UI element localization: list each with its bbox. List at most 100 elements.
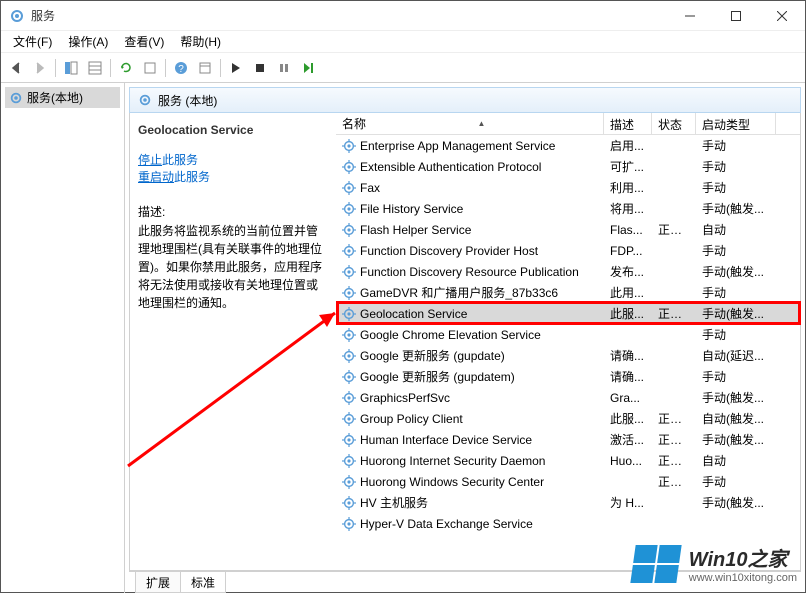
properties-button[interactable] bbox=[194, 57, 216, 79]
service-icon bbox=[342, 412, 356, 426]
service-status: 正在... bbox=[652, 305, 696, 322]
detail-title: Geolocation Service bbox=[138, 123, 328, 137]
restart-service-button[interactable] bbox=[297, 57, 319, 79]
forward-button[interactable] bbox=[29, 57, 51, 79]
service-icon bbox=[342, 307, 356, 321]
menu-file[interactable]: 文件(F) bbox=[5, 31, 60, 52]
service-desc: 此服... bbox=[604, 410, 652, 427]
service-name: File History Service bbox=[360, 202, 463, 216]
service-type: 手动 bbox=[696, 368, 776, 385]
service-desc: Gra... bbox=[604, 391, 652, 405]
service-desc: 将用... bbox=[604, 200, 652, 217]
service-name: Enterprise App Management Service bbox=[360, 139, 555, 153]
service-type: 手动(触发... bbox=[696, 389, 776, 406]
restart-service-link[interactable]: 重启动 bbox=[138, 170, 174, 184]
service-name: Google 更新服务 (gupdate) bbox=[360, 347, 505, 364]
service-row[interactable]: Huorong Internet Security DaemonHuo...正在… bbox=[336, 450, 800, 471]
desc-label: 描述: bbox=[138, 203, 328, 220]
service-row[interactable]: GameDVR 和广播用户服务_87b33c6此用...手动 bbox=[336, 282, 800, 303]
service-name: Google 更新服务 (gupdatem) bbox=[360, 368, 515, 385]
service-row[interactable]: Human Interface Device Service激活...正在...… bbox=[336, 429, 800, 450]
service-icon bbox=[342, 475, 356, 489]
service-row[interactable]: Google 更新服务 (gupdate)请确...自动(延迟... bbox=[336, 345, 800, 366]
service-row[interactable]: Flash Helper ServiceFlas...正在...自动 bbox=[336, 219, 800, 240]
service-row[interactable]: Group Policy Client此服...正在...自动(触发... bbox=[336, 408, 800, 429]
service-row[interactable]: Enterprise App Management Service启用...手动 bbox=[336, 135, 800, 156]
service-row[interactable]: Huorong Windows Security Center正在...手动 bbox=[336, 471, 800, 492]
service-desc: Flas... bbox=[604, 223, 652, 237]
close-button[interactable] bbox=[759, 1, 805, 31]
toolbar-sep bbox=[110, 59, 111, 77]
show-hide-console-button[interactable] bbox=[60, 57, 82, 79]
col-header-name[interactable]: 名称▲ bbox=[336, 113, 604, 134]
tab-extended[interactable]: 扩展 bbox=[135, 572, 181, 593]
watermark-url: www.win10xitong.com bbox=[689, 572, 797, 584]
service-icon bbox=[342, 328, 356, 342]
service-type: 手动(触发... bbox=[696, 200, 776, 217]
service-name: GameDVR 和广播用户服务_87b33c6 bbox=[360, 284, 558, 301]
maximize-button[interactable] bbox=[713, 1, 759, 31]
service-icon bbox=[342, 349, 356, 363]
service-icon bbox=[342, 391, 356, 405]
service-row[interactable]: File History Service 将用... 手动(触发... bbox=[336, 198, 800, 219]
tree-services-local[interactable]: 服务(本地) bbox=[5, 87, 120, 108]
service-desc: 激活... bbox=[604, 431, 652, 448]
menu-view[interactable]: 查看(V) bbox=[116, 31, 172, 52]
service-name: Fax bbox=[360, 181, 380, 195]
service-type: 手动 bbox=[696, 326, 776, 343]
service-name: Huorong Internet Security Daemon bbox=[360, 454, 545, 468]
service-desc: Huo... bbox=[604, 454, 652, 468]
service-desc: 请确... bbox=[604, 368, 652, 385]
service-status: 正在... bbox=[652, 221, 696, 238]
service-desc: 为 H... bbox=[604, 494, 652, 511]
pause-service-button[interactable] bbox=[273, 57, 295, 79]
refresh-button[interactable] bbox=[115, 57, 137, 79]
col-header-status[interactable]: 状态 bbox=[652, 113, 696, 134]
service-icon bbox=[342, 139, 356, 153]
service-desc: 利用... bbox=[604, 179, 652, 196]
back-button[interactable] bbox=[5, 57, 27, 79]
service-type: 手动(触发... bbox=[696, 263, 776, 280]
stop-suffix: 此服务 bbox=[162, 153, 198, 167]
watermark-title: Win10之家 bbox=[689, 543, 797, 572]
col-header-desc[interactable]: 描述 bbox=[604, 113, 652, 134]
watermark: Win10之家 www.win10xitong.com bbox=[633, 543, 797, 584]
menu-help[interactable]: 帮助(H) bbox=[172, 31, 229, 52]
service-name: Function Discovery Provider Host bbox=[360, 244, 538, 258]
menu-action[interactable]: 操作(A) bbox=[60, 31, 116, 52]
service-row[interactable]: Extensible Authentication Protocol可扩...手… bbox=[336, 156, 800, 177]
service-desc: 此用... bbox=[604, 284, 652, 301]
minimize-button[interactable] bbox=[667, 1, 713, 31]
service-status: 正在... bbox=[652, 431, 696, 448]
export-button[interactable] bbox=[139, 57, 161, 79]
export-list-button[interactable] bbox=[84, 57, 106, 79]
tab-standard[interactable]: 标准 bbox=[180, 572, 226, 593]
help-button[interactable]: ? bbox=[170, 57, 192, 79]
toolbar-sep bbox=[55, 59, 56, 77]
list-pane: 名称▲ 描述 状态 启动类型 Enterprise App Management… bbox=[336, 113, 800, 570]
service-row[interactable]: Fax利用...手动 bbox=[336, 177, 800, 198]
service-row[interactable]: Hyper-V Data Exchange Service bbox=[336, 513, 800, 534]
restart-suffix: 此服务 bbox=[174, 170, 210, 184]
services-icon bbox=[138, 93, 152, 107]
service-row[interactable]: Function Discovery Resource Publication发… bbox=[336, 261, 800, 282]
col-header-type[interactable]: 启动类型 bbox=[696, 113, 776, 134]
titlebar: 服务 bbox=[1, 1, 805, 31]
service-status: 正在... bbox=[652, 410, 696, 427]
service-type: 手动(触发... bbox=[696, 305, 776, 322]
service-row[interactable]: Function Discovery Provider HostFDP...手动 bbox=[336, 240, 800, 261]
service-row[interactable]: Google 更新服务 (gupdatem) 请确... 手动 bbox=[336, 366, 800, 387]
service-icon bbox=[342, 286, 356, 300]
list-rows[interactable]: Enterprise App Management Service启用...手动… bbox=[336, 135, 800, 570]
service-icon bbox=[342, 223, 356, 237]
service-icon bbox=[342, 181, 356, 195]
service-row[interactable]: Geolocation Service此服...正在...手动(触发... bbox=[336, 303, 800, 324]
service-icon bbox=[342, 370, 356, 384]
service-row[interactable]: Google Chrome Elevation Service手动 bbox=[336, 324, 800, 345]
service-row[interactable]: GraphicsPerfSvcGra...手动(触发... bbox=[336, 387, 800, 408]
stop-service-link[interactable]: 停止 bbox=[138, 153, 162, 167]
start-service-button[interactable] bbox=[225, 57, 247, 79]
service-icon bbox=[342, 517, 356, 531]
service-row[interactable]: HV 主机服务为 H...手动(触发... bbox=[336, 492, 800, 513]
stop-service-button[interactable] bbox=[249, 57, 271, 79]
